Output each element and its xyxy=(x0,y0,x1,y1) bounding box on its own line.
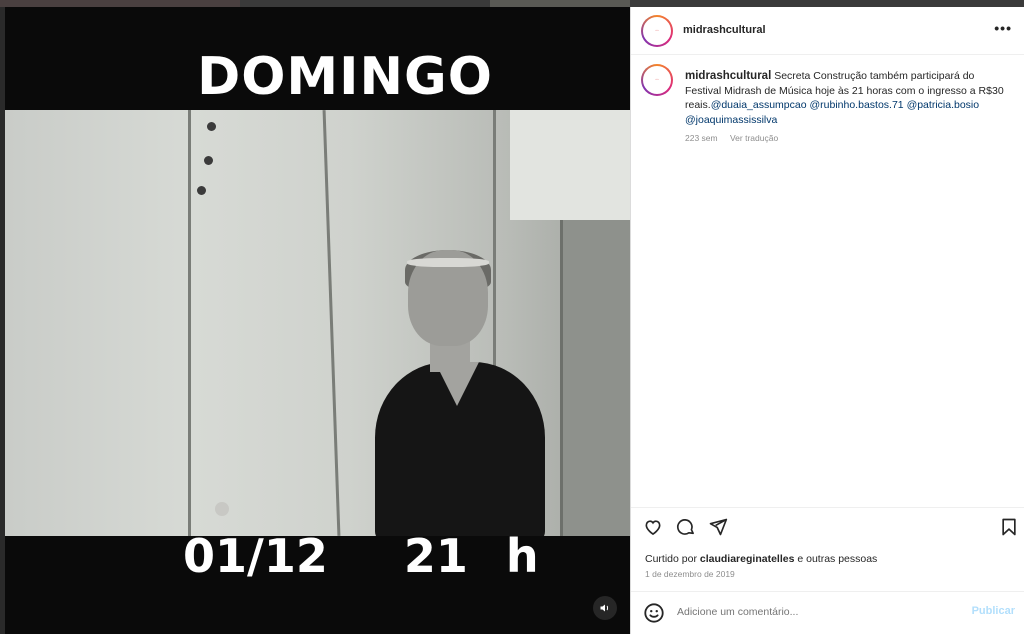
caption-meta: 223 sem Ver tradução xyxy=(685,133,788,143)
more-icon[interactable]: ••• xyxy=(994,20,1012,36)
avatar-logo: ◦◦ xyxy=(655,28,659,34)
mention-link[interactable]: @rubinho.bastos.71 xyxy=(810,99,904,111)
post-date: 1 de dezembro de 2019 xyxy=(645,569,735,579)
caption-username[interactable]: midrashcultural xyxy=(685,70,771,82)
likes-prefix: Curtido por xyxy=(645,553,697,565)
avatar-image: ◦◦ xyxy=(643,17,671,45)
publish-button[interactable]: Publicar xyxy=(972,605,1015,617)
heart-icon[interactable] xyxy=(643,517,663,537)
background-thumb xyxy=(490,0,630,7)
speaker-icon[interactable] xyxy=(593,596,617,620)
caption-avatar[interactable]: ◦◦ xyxy=(641,64,673,96)
post-header: ◦◦ midrashcultural ••• xyxy=(631,7,1024,55)
photo-wall xyxy=(510,110,630,220)
photo-detail xyxy=(188,110,191,536)
media-title-text: DOMINGO xyxy=(197,47,493,107)
avatar-logo: ◦◦ xyxy=(655,77,659,83)
header-username[interactable]: midrashcultural xyxy=(683,24,766,36)
photo-detail xyxy=(207,122,216,131)
background-feed-strip xyxy=(0,0,1024,7)
comment-bar: Publicar xyxy=(631,591,1024,634)
photo-person xyxy=(435,362,479,406)
photo-detail xyxy=(215,502,229,516)
avatar-image: ◦◦ xyxy=(643,66,671,94)
post-caption: midrashcultural Secreta Construção també… xyxy=(685,69,1005,127)
send-icon[interactable] xyxy=(708,517,728,537)
photo-person xyxy=(407,258,489,267)
background-thumb xyxy=(0,0,240,7)
speaker-icon-glyph xyxy=(600,604,609,612)
comment-input[interactable] xyxy=(677,606,957,618)
bookmark-icon[interactable] xyxy=(999,517,1019,537)
media-date-text: 01/12 21 h xyxy=(183,529,539,583)
emoji-icon[interactable] xyxy=(643,602,665,624)
post-media[interactable]: DOMINGO 01/12 21 h xyxy=(5,7,630,634)
photo-detail xyxy=(197,186,206,195)
likes-suffix[interactable]: e outras pessoas xyxy=(797,553,877,565)
see-translation-link[interactable]: Ver tradução xyxy=(730,133,778,143)
photo-detail xyxy=(322,110,341,536)
photo-door xyxy=(560,220,630,536)
mention-link[interactable]: @duaia_assumpcao xyxy=(711,99,807,111)
photo-detail xyxy=(204,156,213,165)
post-details-panel: ◦◦ midrashcultural ••• ◦◦ midrashcultura… xyxy=(630,7,1024,634)
likes-summary: Curtido por claudiareginatelles e outras… xyxy=(645,553,877,565)
avatar[interactable]: ◦◦ xyxy=(641,15,673,47)
likes-user-link[interactable]: claudiareginatelles xyxy=(700,553,795,565)
comment-icon[interactable] xyxy=(676,517,696,537)
post-modal: DOMINGO 01/12 21 h ◦◦ midrashcultural ••… xyxy=(0,0,1024,634)
mention-link[interactable]: @joaquimassissilva xyxy=(685,114,777,126)
post-age: 223 sem xyxy=(685,133,718,143)
mention-link[interactable]: @patricia.bosio xyxy=(907,99,980,111)
post-photo xyxy=(5,110,630,536)
